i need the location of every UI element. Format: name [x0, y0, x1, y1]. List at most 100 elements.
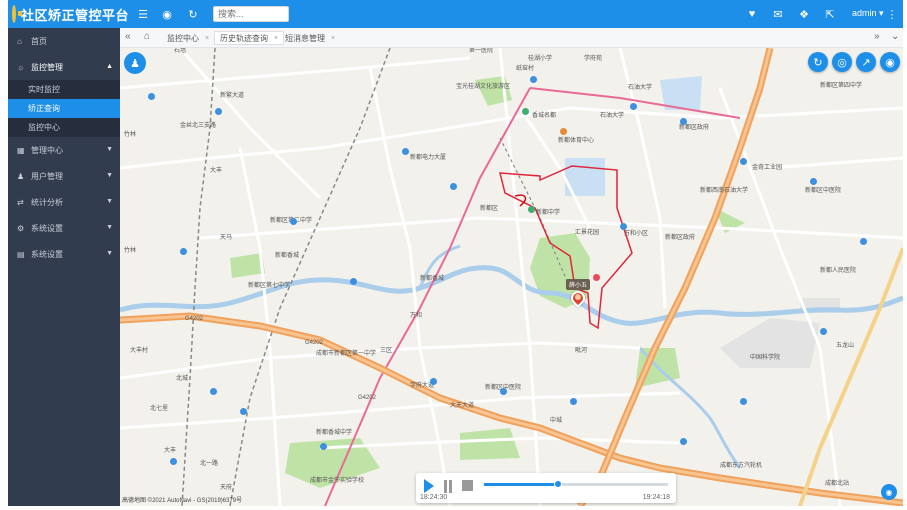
sidebar-item-settings-2[interactable]: ▤ 系统设置 ▼	[8, 241, 120, 267]
bike-button[interactable]: ◉	[880, 52, 900, 72]
home-icon[interactable]: ⌂	[144, 31, 150, 42]
map-label: 石墙	[174, 48, 187, 54]
more-icon[interactable]: ⋮	[885, 7, 899, 21]
sidebar-subitem-realtime[interactable]: 实时监控	[8, 80, 120, 99]
poi-icon[interactable]	[680, 118, 687, 125]
map-view[interactable]: 石墙 第一医院 纸窑村 桂湖小学 学府苑 宝光桂湖文化旅游区 香城名都 新都体育…	[120, 48, 903, 506]
logo: 社区矫正管控平台	[8, 0, 129, 28]
tab-sms-manage[interactable]: 短消息管理 ×	[280, 31, 340, 45]
poi-icon[interactable]	[170, 458, 177, 465]
message-icon[interactable]: ✉	[771, 7, 785, 21]
sidebar-item-label: 统计分析	[31, 197, 63, 207]
poi-icon[interactable]	[680, 438, 687, 445]
bell-icon[interactable]: ♥	[745, 7, 759, 21]
poi-icon[interactable]	[148, 93, 155, 100]
poi-icon[interactable]	[430, 378, 437, 385]
chevron-down-icon[interactable]: ⌄	[891, 31, 899, 42]
fullscreen-icon[interactable]: ⇱	[823, 7, 837, 21]
progress-knob[interactable]	[553, 480, 562, 488]
poi-icon[interactable]	[810, 178, 817, 185]
map-label: 北一路	[200, 461, 219, 467]
map-label: 新都中学	[536, 210, 561, 216]
poi-icon[interactable]	[180, 248, 187, 255]
map-label: G4202	[185, 316, 204, 322]
poi-icon[interactable]	[620, 223, 627, 230]
menu-icon[interactable]: ☰	[136, 7, 150, 21]
globe-icon[interactable]: ◉	[160, 7, 174, 21]
map-canvas	[120, 48, 903, 506]
double-chevron-right-icon[interactable]: »	[874, 31, 880, 42]
trend-button[interactable]: ↗	[856, 52, 876, 72]
eye-icon[interactable]: ◉	[881, 484, 897, 500]
railway	[229, 48, 391, 506]
sidebar-item-users[interactable]: ♟ 用户管理 ▼	[8, 163, 120, 189]
poi-icon[interactable]	[402, 148, 409, 155]
user-menu[interactable]: admin ▾	[852, 8, 884, 19]
map-label: 竹林	[124, 132, 137, 138]
sidebar-item-label: 监控管理	[31, 62, 63, 72]
map-label: 北七里	[150, 406, 169, 412]
tag-icon[interactable]: ❖	[797, 7, 811, 21]
sidebar-item-manage[interactable]: ▦ 管理中心 ▼	[8, 137, 120, 163]
map-label: 新都区政府	[665, 235, 696, 241]
poi-icon[interactable]	[860, 238, 867, 245]
poi-icon[interactable]	[530, 76, 537, 83]
poi-icon[interactable]	[560, 128, 567, 135]
poi-icon[interactable]	[215, 108, 222, 115]
poi-icon[interactable]	[500, 388, 507, 395]
park-area	[460, 428, 520, 460]
tab-monitor-center[interactable]: 监控中心 ×	[162, 31, 214, 45]
close-icon[interactable]: ×	[274, 35, 278, 42]
map-label: 学府苑	[584, 56, 603, 62]
poi-icon[interactable]	[522, 108, 529, 115]
sidebar-item-label: 系统设置	[31, 249, 63, 259]
poi-icon[interactable]	[320, 443, 327, 450]
double-chevron-left-icon[interactable]: «	[125, 31, 131, 42]
map-label: 新都区	[480, 206, 499, 212]
gear-icon: ⚙	[17, 223, 25, 233]
poi-icon[interactable]	[593, 274, 600, 281]
close-icon[interactable]: ×	[331, 35, 335, 42]
map-label: 新都香城中学	[316, 430, 353, 436]
sidebar-subitem-center[interactable]: 监控中心	[8, 118, 120, 137]
poi-icon[interactable]	[740, 158, 747, 165]
tab-history-track[interactable]: 历史轨迹查询 ×	[214, 31, 285, 45]
poi-icon[interactable]	[210, 388, 217, 395]
search-input[interactable]	[213, 6, 289, 22]
poi-icon[interactable]	[290, 218, 297, 225]
people-filter-button[interactable]: ♟	[124, 52, 146, 74]
progress-slider[interactable]	[484, 480, 668, 488]
map-label: 万和	[410, 313, 423, 319]
poi-icon[interactable]	[350, 278, 357, 285]
poi-icon[interactable]	[570, 398, 577, 405]
map-label: 成都北站	[825, 481, 850, 487]
map-label: 新都西南石油大学	[700, 188, 749, 194]
sidebar-item-label: 管理中心	[31, 145, 63, 155]
map-label: 宝光桂湖文化旅游区	[456, 84, 511, 90]
refresh-icon[interactable]: ↻	[186, 7, 200, 21]
map-label: 石油大学	[600, 113, 625, 119]
map-label: 新都体育中心	[558, 138, 595, 144]
close-icon[interactable]: ×	[205, 35, 209, 42]
poi-icon[interactable]	[450, 183, 457, 190]
poi-icon[interactable]	[740, 398, 747, 405]
play-button[interactable]	[424, 479, 434, 493]
sidebar-item-settings[interactable]: ⚙ 系统设置 ▼	[8, 215, 120, 241]
map-label: G4202	[358, 395, 377, 401]
sidebar-item-monitor[interactable]: ☼ 监控管理 ▲	[8, 54, 120, 80]
pause-button[interactable]	[444, 480, 452, 493]
poi-icon[interactable]	[820, 328, 827, 335]
poi-icon[interactable]	[630, 103, 637, 110]
poi-icon[interactable]	[528, 206, 535, 213]
sidebar-item-stats[interactable]: ⇄ 统计分析 ▼	[8, 189, 120, 215]
poi-icon[interactable]	[240, 408, 247, 415]
sidebar-subitem-query[interactable]: 矫正查询	[8, 99, 120, 118]
chevron-down-icon: ▼	[106, 224, 113, 231]
sidebar-item-home[interactable]: ⌂ 首页	[8, 28, 120, 54]
refresh-button[interactable]: ↻	[808, 52, 828, 72]
locate-button[interactable]: ◎	[832, 52, 852, 72]
map-label: 中城	[550, 418, 563, 424]
stop-button[interactable]	[462, 480, 473, 491]
railway	[181, 48, 216, 506]
map-label: 中国科学院	[750, 355, 781, 361]
